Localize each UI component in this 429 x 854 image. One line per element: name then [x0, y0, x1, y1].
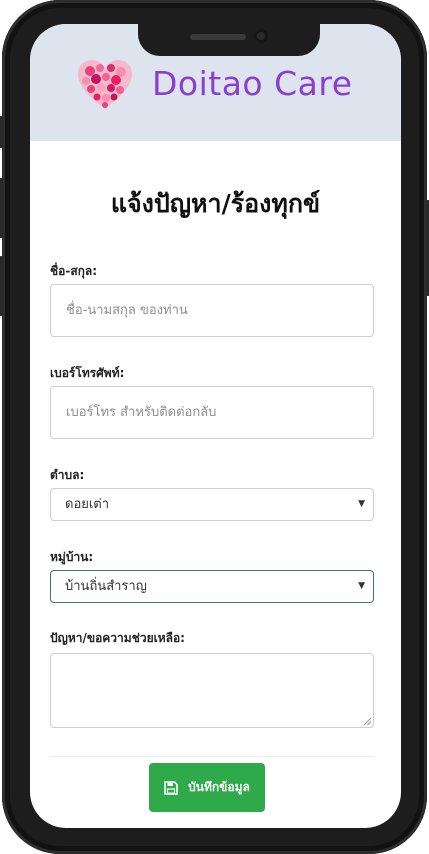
phone-label: เบอร์โทรศัพท์:	[50, 366, 125, 380]
volume-down-button	[0, 256, 3, 316]
subdistrict-select[interactable]: ดอยเต่า ▼	[50, 488, 374, 521]
name-input[interactable]	[50, 284, 374, 337]
phone-notch	[138, 24, 320, 56]
speaker-grille	[190, 34, 246, 40]
issue-textarea[interactable]	[50, 653, 374, 728]
form-divider	[50, 756, 374, 757]
issue-label: ปัญหา/ขอความช่วยเหลือ:	[50, 631, 185, 645]
subdistrict-selected-value: ดอยเต่า	[65, 497, 110, 512]
name-label: ชื่อ-สกุล:	[50, 264, 98, 278]
village-selected-value: บ้านถิ่นสำราญ	[65, 579, 147, 594]
chevron-down-icon: ▼	[358, 499, 365, 509]
phone-frame: Doitao Care แจ้งปัญหา/ร้องทุกข์ ชื่อ-สกุ…	[0, 0, 429, 854]
save-button[interactable]: บันทึกข้อมูล	[149, 763, 265, 812]
page-title: แจ้งปัญหา/ร้องทุกข์	[110, 189, 321, 218]
village-select[interactable]: บ้านถิ่นสำราญ ▼	[50, 570, 374, 603]
camera-icon	[254, 29, 268, 43]
phone-input[interactable]	[50, 386, 374, 439]
app-screen: Doitao Care แจ้งปัญหา/ร้องทุกข์ ชื่อ-สกุ…	[30, 24, 401, 828]
village-label: หมู่บ้าน:	[50, 550, 94, 564]
brand-name: Doitao Care	[152, 64, 353, 103]
chevron-down-icon: ▼	[358, 581, 365, 591]
resize-handle-icon[interactable]	[364, 718, 371, 725]
floppy-disk-icon	[164, 780, 178, 795]
save-button-label: บันทึกข้อมูล	[188, 780, 250, 794]
mute-switch	[0, 116, 3, 148]
subdistrict-label: ตำบล:	[50, 468, 85, 482]
heart-logo-icon	[78, 60, 132, 109]
volume-up-button	[0, 178, 3, 238]
